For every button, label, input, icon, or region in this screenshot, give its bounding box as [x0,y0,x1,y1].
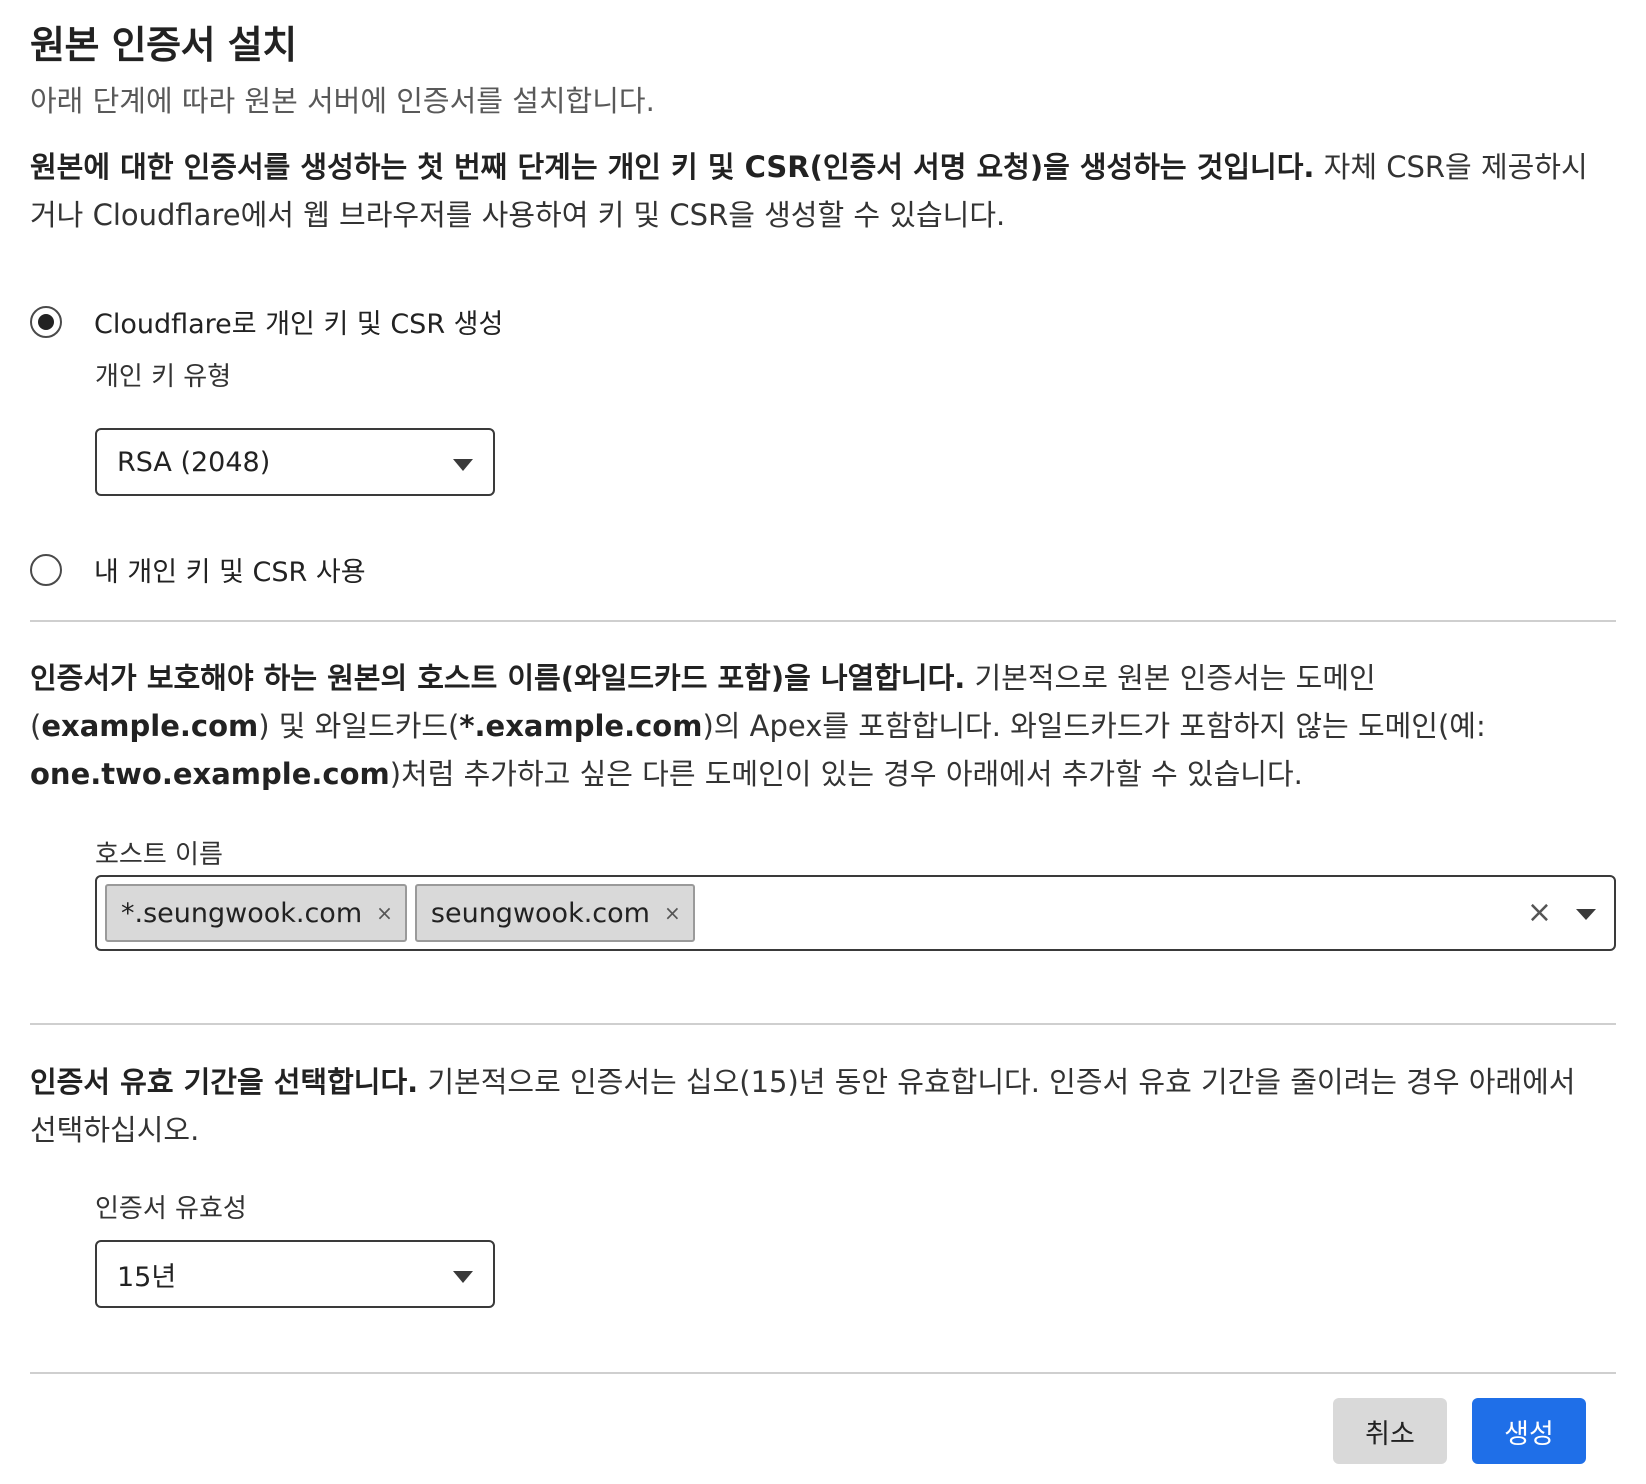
caret-down-icon [453,459,473,471]
validity-description-bold: 인증서 유효 기간을 선택합니다. [30,1065,419,1099]
section-divider [30,620,1616,622]
hostnames-multiselect[interactable]: *.seungwook.com × seungwook.com × × [95,875,1616,951]
caret-down-icon[interactable] [1576,909,1596,920]
example-domain: example.com [41,709,259,743]
radio-own-key-label: 내 개인 키 및 CSR 사용 [94,557,366,588]
hostname-tag-text: seungwook.com [430,897,650,929]
hostname-tag-text: *.seungwook.com [121,897,363,929]
hostnames-label: 호스트 이름 [95,840,223,870]
hostname-tag: seungwook.com × [414,884,695,942]
radio-button-checked[interactable] [30,305,62,338]
radio-generate-label: Cloudflare로 개인 키 및 CSR 생성 [94,309,504,340]
validity-value: 15년 [117,1261,177,1293]
radio-use-own-key[interactable]: 내 개인 키 및 CSR 사용 [30,550,366,589]
hostnames-description-bold: 인증서가 보호해야 하는 원본의 호스트 이름(와일드카드 포함)을 나열합니다… [30,661,966,695]
close-icon[interactable]: × [664,901,681,925]
key-type-value: RSA (2048) [117,446,271,478]
key-type-select[interactable]: RSA (2048) [95,428,495,496]
hostnames-description: 인증서가 보호해야 하는 원본의 호스트 이름(와일드카드 포함)을 나열합니다… [30,654,1610,798]
hostnames-text-4: )처럼 추가하고 싶은 다른 도메인이 있는 경우 아래에서 추가할 수 있습니… [389,757,1303,791]
csr-description: 원본에 대한 인증서를 생성하는 첫 번째 단계는 개인 키 및 CSR(인증서… [30,143,1610,239]
caret-down-icon [453,1271,473,1283]
key-type-label: 개인 키 유형 [95,362,232,392]
origin-certificate-page: 원본 인증서 설치 아래 단계에 따라 원본 서버에 인증서를 설치합니다. 원… [0,0,1646,1484]
example-wildcard: *.example.com [459,709,703,743]
clear-all-icon[interactable]: × [1527,891,1552,935]
radio-button-unchecked[interactable] [30,553,62,586]
validity-label: 인증서 유효성 [95,1194,247,1224]
radio-generate-with-cloudflare[interactable]: Cloudflare로 개인 키 및 CSR 생성 [30,302,503,341]
page-title: 원본 인증서 설치 [30,23,297,67]
hostnames-text-2: ) 및 와일드카드( [258,709,460,743]
cancel-button[interactable]: 취소 [1333,1398,1447,1464]
validity-description: 인증서 유효 기간을 선택합니다. 기본적으로 인증서는 십오(15)년 동안 … [30,1058,1610,1154]
hostnames-text-3: )의 Apex를 포함합니다. 와일드카드가 포함하지 않는 도메인(예: [702,709,1486,743]
page-subtitle: 아래 단계에 따라 원본 서버에 인증서를 설치합니다. [30,84,655,118]
validity-select[interactable]: 15년 [95,1240,495,1308]
csr-description-bold: 원본에 대한 인증서를 생성하는 첫 번째 단계는 개인 키 및 CSR(인증서… [30,150,1315,184]
create-button[interactable]: 생성 [1472,1398,1586,1464]
example-subdomain: one.two.example.com [30,757,390,791]
close-icon[interactable]: × [376,901,393,925]
section-divider [30,1023,1616,1025]
footer-divider [30,1372,1616,1374]
hostname-tag: *.seungwook.com × [105,884,407,942]
